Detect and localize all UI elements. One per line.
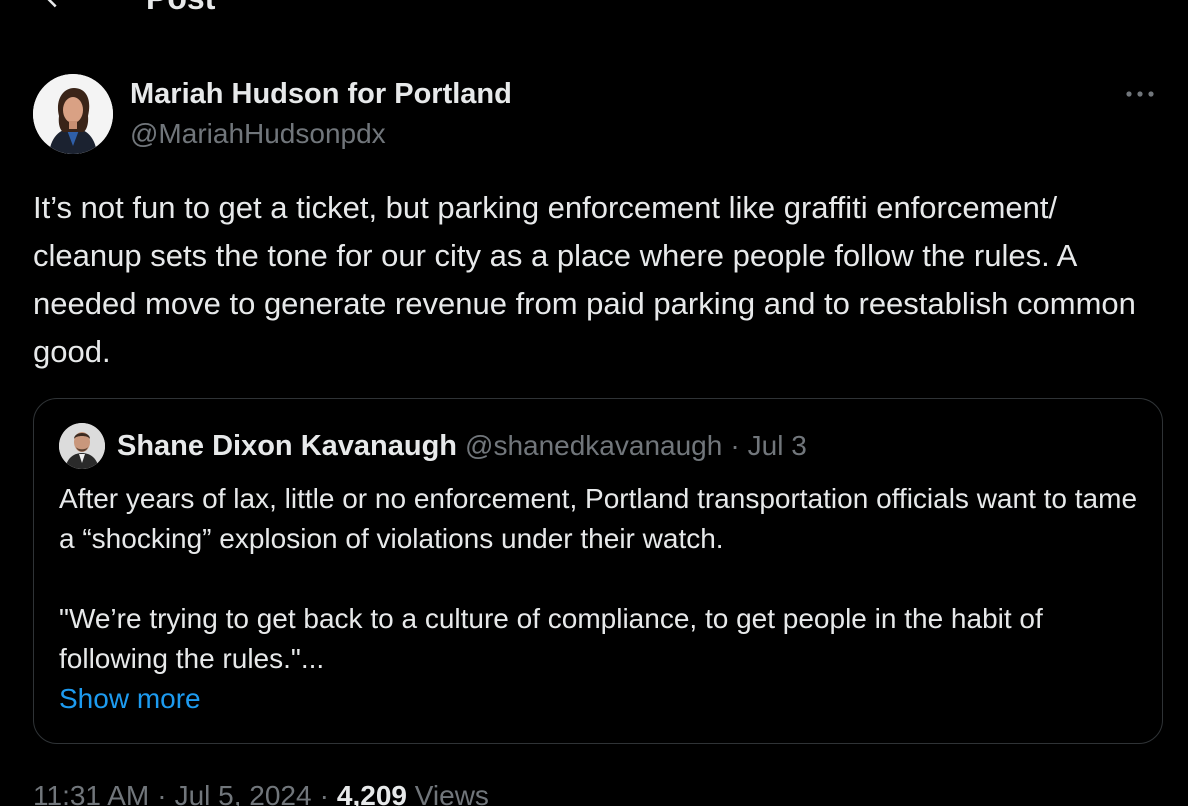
quoted-separator: · bbox=[730, 430, 740, 461]
quoted-post-date[interactable]: Jul 3 bbox=[748, 430, 807, 462]
meta-separator: · bbox=[319, 780, 329, 806]
quoted-post-body: After years of lax, little or no enforce… bbox=[59, 479, 1139, 719]
post-page: Post Mariah Hudson for Portland @MariahH… bbox=[0, 0, 1188, 806]
author-avatar-image bbox=[33, 74, 113, 154]
arrow-left-icon bbox=[41, 0, 71, 13]
quoted-post-card[interactable]: Shane Dixon Kavanaugh @shanedkavanaugh ·… bbox=[33, 398, 1163, 744]
views-label: Views bbox=[414, 780, 489, 806]
quoted-author-avatar-image bbox=[59, 423, 105, 469]
author-handle[interactable]: @MariahHudsonpdx bbox=[130, 116, 386, 152]
quoted-paragraph-2: "We’re trying to get back to a culture o… bbox=[59, 603, 1043, 674]
views-count: 4,209 bbox=[336, 780, 407, 806]
post-author-row: Mariah Hudson for Portland @MariahHudson… bbox=[33, 74, 1164, 156]
author-name[interactable]: Mariah Hudson for Portland bbox=[130, 76, 512, 112]
quoted-post-header: Shane Dixon Kavanaugh @shanedkavanaugh ·… bbox=[59, 423, 807, 469]
author-avatar[interactable] bbox=[33, 74, 113, 154]
more-dots-icon bbox=[1124, 86, 1156, 104]
quoted-author-name[interactable]: Shane Dixon Kavanaugh bbox=[117, 430, 457, 463]
post-time[interactable]: 11:31 AM bbox=[33, 780, 149, 806]
more-options-button[interactable] bbox=[1116, 80, 1164, 110]
top-header: Post bbox=[0, 0, 1188, 18]
show-more-link[interactable]: Show more bbox=[59, 679, 201, 719]
quoted-author-handle[interactable]: @shanedkavanaugh bbox=[465, 430, 722, 462]
meta-separator: · bbox=[157, 780, 167, 806]
quoted-paragraph-1: After years of lax, little or no enforce… bbox=[59, 483, 1138, 554]
post-meta-row: 11:31 AM · Jul 5, 2024 · 4,209 Views bbox=[33, 778, 489, 806]
page-title: Post bbox=[146, 0, 215, 18]
quoted-author-avatar bbox=[59, 423, 105, 469]
back-button[interactable] bbox=[36, 0, 76, 18]
post-date[interactable]: Jul 5, 2024 bbox=[175, 780, 312, 806]
post-text: It’s not fun to get a ticket, but parkin… bbox=[33, 190, 1136, 369]
